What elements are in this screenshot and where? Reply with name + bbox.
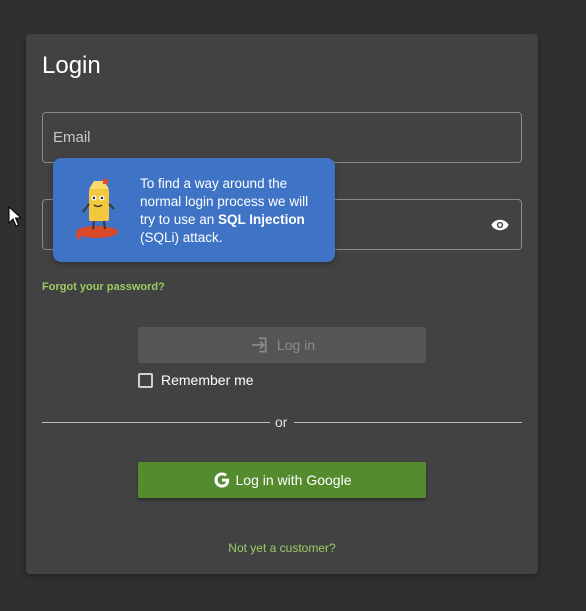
checkbox-box[interactable] xyxy=(138,372,153,388)
google-g-icon xyxy=(214,472,229,488)
forgot-password-link[interactable]: Forgot your password? xyxy=(42,281,165,293)
not-customer-link[interactable]: Not yet a customer? xyxy=(26,541,538,555)
divider-right xyxy=(294,422,522,423)
remember-me-label: Remember me xyxy=(161,372,254,388)
login-card: Login Email Forgot your password? Log in… xyxy=(26,34,538,574)
google-login-button[interactable]: Log in with Google xyxy=(138,462,426,498)
juice-box-mascot-icon xyxy=(75,179,118,240)
remember-me-checkbox[interactable]: Remember me xyxy=(138,372,254,388)
tutorial-tooltip: To find a way around the normal login pr… xyxy=(53,158,335,262)
tooltip-text-bold: SQL Injection xyxy=(218,212,305,227)
login-button[interactable]: Log in xyxy=(138,327,426,363)
google-button-label: Log in with Google xyxy=(235,472,352,488)
divider-or: or xyxy=(275,414,288,430)
mouse-cursor-icon xyxy=(8,206,22,227)
page-title: Login xyxy=(42,52,101,79)
email-label: Email xyxy=(53,129,91,146)
email-field[interactable]: Email xyxy=(42,112,522,163)
divider-left xyxy=(42,422,270,423)
login-icon xyxy=(252,337,267,353)
eye-icon[interactable] xyxy=(491,217,509,233)
tooltip-text-end: (SQLi) attack. xyxy=(140,230,223,245)
tooltip-text: To find a way around the normal login pr… xyxy=(140,175,325,247)
login-button-label: Log in xyxy=(276,337,316,353)
